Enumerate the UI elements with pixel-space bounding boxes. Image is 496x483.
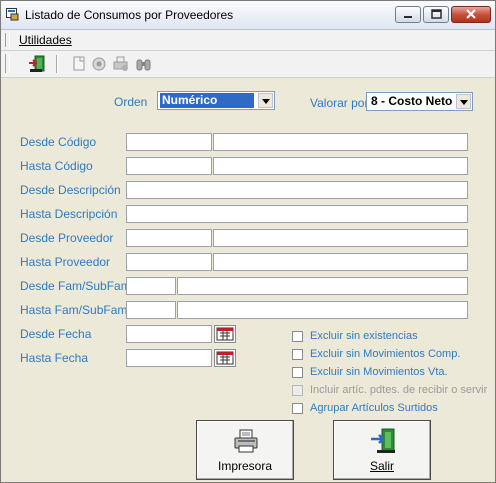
hasta-fecha-label: Hasta Fecha bbox=[20, 351, 89, 365]
close-icon bbox=[466, 9, 476, 19]
orden-select[interactable]: Numérico bbox=[157, 91, 275, 110]
desde-codigo-desc-field[interactable] bbox=[213, 133, 468, 151]
form-area: Orden Numérico Valorar por 8 - Costo Net… bbox=[1, 78, 495, 482]
excluir-existencias-checkbox[interactable]: Excluir sin existencias bbox=[292, 330, 482, 344]
hasta-fam-label: Hasta Fam/SubFam bbox=[20, 303, 128, 317]
orden-label: Orden bbox=[114, 95, 148, 109]
valorar-select[interactable]: 8 - Costo Neto bbox=[366, 92, 473, 111]
menu-bar: Utilidades bbox=[1, 30, 495, 51]
toolbar-grip bbox=[5, 54, 10, 73]
desde-descripcion-label: Desde Descripción bbox=[20, 183, 121, 197]
checkbox-box[interactable] bbox=[292, 331, 303, 342]
chevron-down-icon[interactable] bbox=[456, 94, 471, 109]
incluir-pendientes-checkbox: Incluir artíc. pdtes. de recibir o servi… bbox=[292, 384, 492, 398]
hasta-descripcion-label: Hasta Descripción bbox=[20, 207, 118, 221]
exit-button[interactable]: Salir bbox=[333, 420, 431, 480]
desde-fecha-calendar-button[interactable] bbox=[214, 325, 236, 343]
chevron-down-icon[interactable] bbox=[258, 93, 273, 108]
menu-grip bbox=[5, 33, 10, 47]
maximize-button[interactable] bbox=[423, 6, 449, 23]
minimize-icon bbox=[404, 16, 412, 18]
desde-fam-label: Desde Fam/SubFam bbox=[20, 279, 131, 293]
checkbox-box[interactable] bbox=[292, 349, 303, 360]
printer-icon bbox=[234, 429, 258, 453]
app-icon bbox=[6, 8, 19, 21]
hasta-fecha-calendar-button[interactable] bbox=[214, 349, 236, 367]
desde-proveedor-field[interactable] bbox=[126, 229, 212, 247]
hasta-proveedor-label: Hasta Proveedor bbox=[20, 255, 111, 269]
orden-value: Numérico bbox=[160, 93, 254, 108]
exit-button-label: Salir bbox=[369, 459, 394, 473]
agrupar-surtidos-checkbox[interactable]: Agrupar Artículos Surtidos bbox=[292, 402, 482, 416]
desde-fecha-label: Desde Fecha bbox=[20, 327, 92, 341]
checkbox-box[interactable] bbox=[292, 367, 303, 378]
close-button[interactable] bbox=[451, 6, 491, 23]
hasta-proveedor-field[interactable] bbox=[126, 253, 212, 271]
print-setup-icon[interactable] bbox=[111, 54, 131, 74]
toolbar bbox=[1, 51, 495, 78]
checkbox-label: Agrupar Artículos Surtidos bbox=[310, 402, 438, 414]
checkbox-label: Excluir sin Movimientos Vta. bbox=[310, 366, 448, 378]
maximize-icon bbox=[431, 9, 442, 19]
desde-fecha-field[interactable] bbox=[126, 325, 212, 343]
hasta-fam-field[interactable] bbox=[126, 301, 176, 319]
valorar-value: 8 - Costo Neto bbox=[371, 94, 453, 108]
excluir-mov-comp-checkbox[interactable]: Excluir sin Movimientos Comp. bbox=[292, 348, 482, 362]
checkbox-box bbox=[292, 385, 303, 396]
window-title: Listado de Consumos por Proveedores bbox=[25, 8, 234, 22]
desde-codigo-label: Desde Código bbox=[20, 135, 97, 149]
excluir-mov-vta-checkbox[interactable]: Excluir sin Movimientos Vta. bbox=[292, 366, 482, 380]
hasta-fecha-field[interactable] bbox=[126, 349, 212, 367]
desde-proveedor-name-field[interactable] bbox=[213, 229, 468, 247]
checkbox-label: Incluir artíc. pdtes. de recibir o servi… bbox=[310, 384, 488, 396]
preview-icon[interactable] bbox=[90, 54, 110, 74]
hasta-descripcion-field[interactable] bbox=[126, 205, 468, 223]
print-button[interactable]: Impresora bbox=[196, 420, 294, 480]
desde-proveedor-label: Desde Proveedor bbox=[20, 231, 114, 245]
desde-codigo-field[interactable] bbox=[126, 133, 212, 151]
valorar-label: Valorar por bbox=[310, 96, 369, 110]
desde-fam-field[interactable] bbox=[126, 277, 176, 295]
checkbox-box[interactable] bbox=[292, 403, 303, 414]
exit-door-icon[interactable] bbox=[27, 54, 47, 74]
hasta-codigo-desc-field[interactable] bbox=[213, 157, 468, 175]
calendar-icon bbox=[216, 327, 234, 341]
calendar-icon bbox=[216, 351, 234, 365]
hasta-proveedor-name-field[interactable] bbox=[213, 253, 468, 271]
exit-door-icon bbox=[371, 428, 395, 453]
binoculars-icon[interactable] bbox=[134, 54, 154, 74]
app-window: Listado de Consumos por Proveedores Util… bbox=[0, 0, 496, 483]
desde-descripcion-field[interactable] bbox=[126, 181, 468, 199]
checkbox-label: Excluir sin existencias bbox=[310, 330, 418, 342]
title-bar: Listado de Consumos por Proveedores bbox=[1, 1, 495, 30]
new-doc-icon[interactable] bbox=[69, 54, 89, 74]
menu-utilidades[interactable]: Utilidades bbox=[19, 33, 72, 47]
hasta-fam-desc-field[interactable] bbox=[177, 301, 468, 319]
checkbox-label: Excluir sin Movimientos Comp. bbox=[310, 348, 461, 360]
toolbar-separator bbox=[56, 55, 58, 73]
minimize-button[interactable] bbox=[395, 6, 421, 23]
hasta-codigo-label: Hasta Código bbox=[20, 159, 93, 173]
hasta-codigo-field[interactable] bbox=[126, 157, 212, 175]
desde-fam-desc-field[interactable] bbox=[177, 277, 468, 295]
print-button-label: Impresora bbox=[217, 459, 273, 473]
